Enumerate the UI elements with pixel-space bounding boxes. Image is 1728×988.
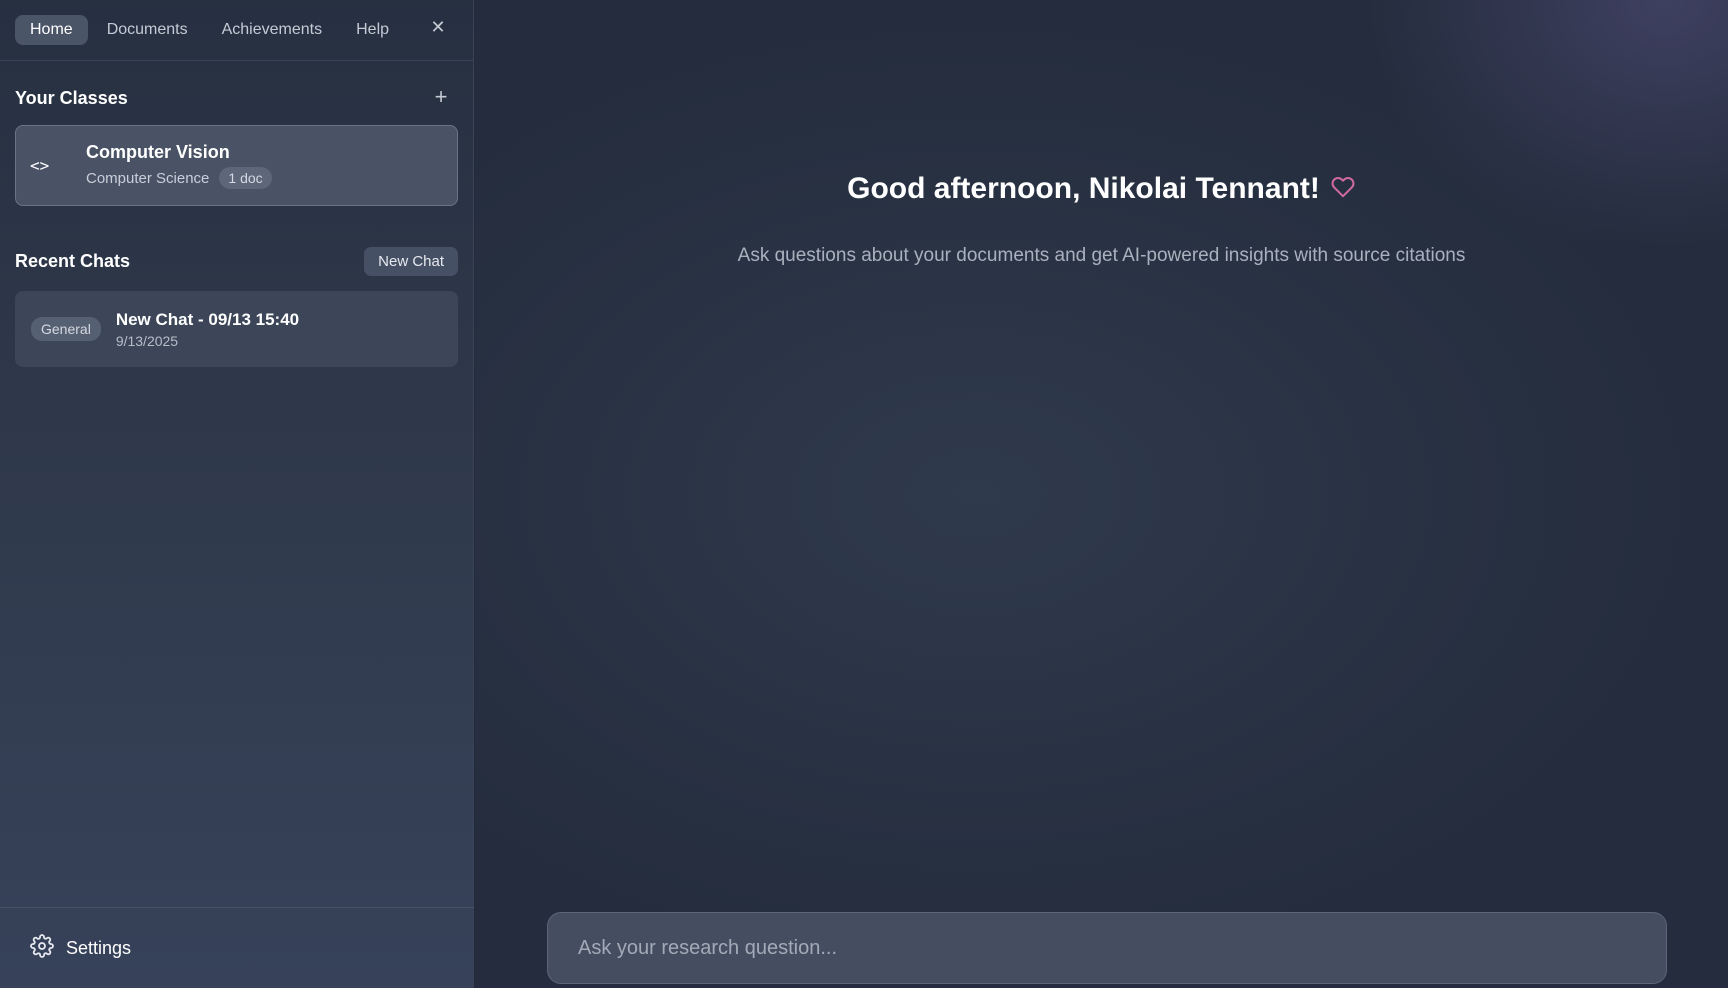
sidebar: Home Documents Achievements Help ✕ Your …	[0, 0, 474, 988]
class-meta: Computer Science 1 doc	[86, 167, 272, 189]
class-info: Computer Vision Computer Science 1 doc	[86, 142, 272, 189]
chat-text: New Chat - 09/13 15:40 9/13/2025	[116, 310, 299, 349]
subtitle: Ask questions about your documents and g…	[737, 245, 1466, 266]
doc-count-badge: 1 doc	[219, 167, 272, 189]
class-subject: Computer Science	[86, 169, 210, 187]
class-card[interactable]: <> Computer Vision Computer Science 1 do…	[15, 125, 458, 206]
question-box	[547, 912, 1667, 984]
classes-header: Your Classes +	[0, 81, 473, 115]
heart-icon	[1330, 173, 1356, 207]
close-icon[interactable]: ✕	[427, 16, 449, 38]
chat-category-badge: General	[31, 317, 101, 341]
main-panel: Good afternoon, Nikolai Tennant! Ask que…	[475, 0, 1728, 988]
class-name: Computer Vision	[86, 142, 230, 162]
top-nav: Home Documents Achievements Help ✕	[0, 0, 473, 61]
classes-title: Your Classes	[15, 87, 128, 108]
tab-achievements[interactable]: Achievements	[207, 15, 338, 45]
plus-icon[interactable]: +	[427, 84, 455, 112]
gear-icon	[30, 933, 54, 963]
new-chat-button[interactable]: New Chat	[364, 246, 458, 276]
settings-label: Settings	[66, 937, 132, 958]
chat-title: New Chat - 09/13 15:40	[115, 309, 300, 329]
greeting-text: Good afternoon, Nikolai Tennant!	[847, 172, 1320, 205]
chat-list-item[interactable]: General New Chat - 09/13 15:40 9/13/2025	[15, 291, 458, 367]
greeting-heading: Good afternoon, Nikolai Tennant!	[475, 172, 1728, 207]
settings-button[interactable]: Settings	[0, 907, 474, 988]
code-icon: <>	[30, 156, 50, 175]
tab-documents[interactable]: Documents	[92, 15, 203, 45]
research-question-input[interactable]	[578, 936, 1666, 960]
tab-home[interactable]: Home	[15, 15, 88, 45]
chat-date: 9/13/2025	[115, 332, 179, 349]
chats-header: Recent Chats New Chat	[0, 246, 473, 276]
chats-title: Recent Chats	[15, 250, 131, 271]
tab-help[interactable]: Help	[341, 15, 404, 45]
